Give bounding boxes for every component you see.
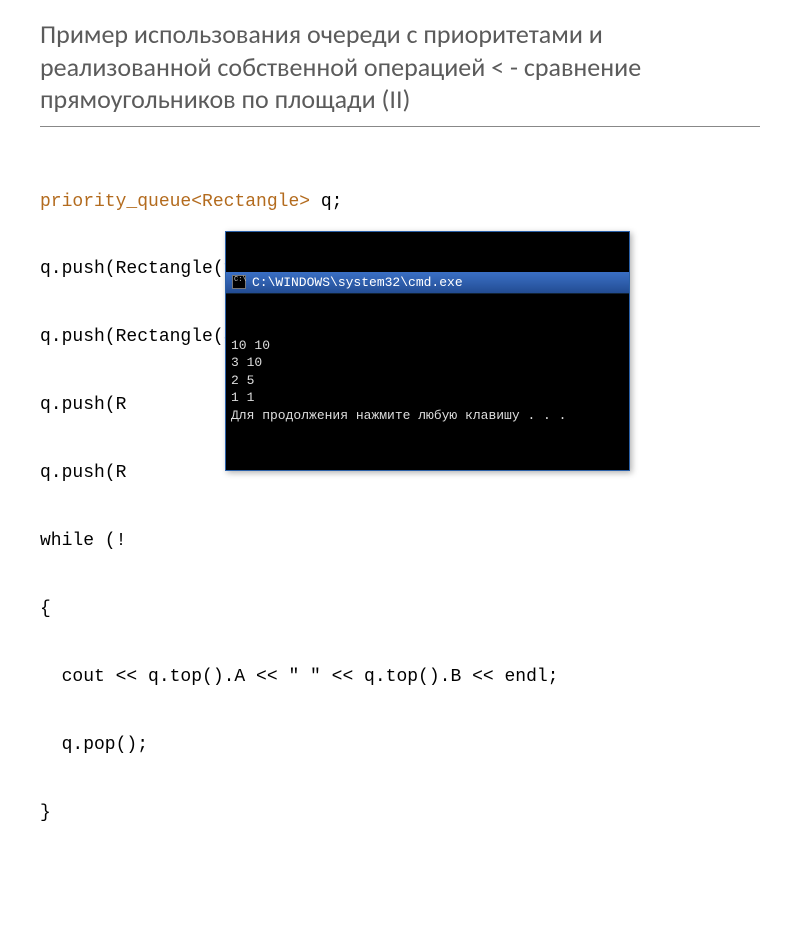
slide-title: Пример использования очереди с приоритет… [40,18,760,116]
code-text: q; [310,192,342,212]
cmd-titlebar: C:\WINDOWS\system32\cmd.exe [226,272,629,294]
cmd-out-line: 1 1 [231,390,254,405]
cmd-icon [232,275,246,289]
code-line-9: q.pop(); [40,732,760,760]
cmd-title: C:\WINDOWS\system32\cmd.exe [252,275,463,290]
cmd-output: 10 10 3 10 2 5 1 1 Для продолжения нажми… [226,334,629,431]
code-type: priority_queue [40,192,191,212]
code-block: priority_queue<Rectangle> q; q.push(Rect… [40,149,760,927]
cmd-out-line: 10 10 [231,338,270,353]
cmd-window: C:\WINDOWS\system32\cmd.exe 10 10 3 10 2… [225,231,630,472]
cmd-out-line: 2 5 [231,373,254,388]
code-line-10: } [40,800,760,828]
code-line-1: priority_queue<Rectangle> q; [40,189,760,217]
code-line-6: while (! [40,528,760,556]
code-line-7: { [40,596,760,624]
slide: Пример использования очереди с приоритет… [0,0,800,600]
code-line-8: cout << q.top().A << " " << q.top().B <<… [40,664,760,692]
title-block: Пример использования очереди с приоритет… [40,18,760,127]
code-template: <Rectangle> [191,192,310,212]
cmd-out-line: Для продолжения нажмите любую клавишу . … [231,408,566,423]
cmd-out-line: 3 10 [231,355,262,370]
